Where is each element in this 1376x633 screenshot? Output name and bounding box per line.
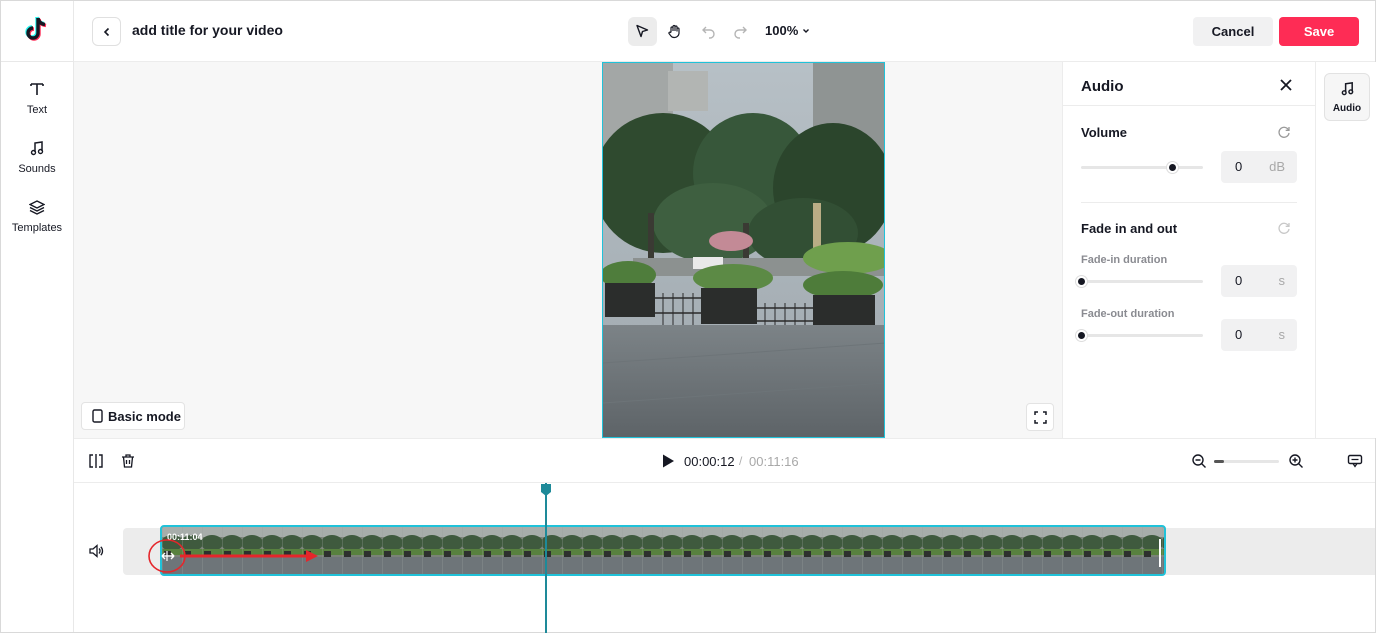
drag-annotation: [148, 539, 318, 573]
fade-in-label: Fade-in duration: [1081, 254, 1168, 266]
cancel-button[interactable]: Cancel: [1193, 17, 1273, 46]
panel-title: Audio: [1081, 78, 1124, 95]
fade-in-slider-handle[interactable]: [1075, 276, 1087, 287]
rail-item-templates[interactable]: Templates: [1, 199, 73, 249]
video-preview[interactable]: [602, 62, 885, 438]
back-button[interactable]: [92, 17, 121, 46]
timeline-toolbar: 00:00:12 / 00:11:16: [74, 438, 1375, 483]
reset-icon[interactable]: [1277, 221, 1291, 235]
hand-tool-button[interactable]: [660, 17, 689, 46]
phone-icon: [92, 409, 103, 423]
volume-value: 0: [1235, 159, 1243, 174]
tab-audio-label: Audio: [1332, 103, 1362, 114]
time-separator: /: [739, 454, 743, 468]
fullscreen-button[interactable]: [1026, 403, 1054, 431]
redo-button[interactable]: [726, 17, 755, 46]
layers-icon: [29, 200, 45, 215]
select-tool-button[interactable]: [628, 17, 657, 46]
fade-label: Fade in and out: [1081, 221, 1178, 236]
reset-icon[interactable]: [1277, 125, 1291, 139]
undo-button[interactable]: [694, 17, 723, 46]
volume-slider-handle[interactable]: [1167, 162, 1178, 173]
project-title[interactable]: add title for your video: [132, 22, 283, 38]
preview-canvas: Basic mode: [74, 62, 1062, 438]
play-icon[interactable]: [660, 453, 676, 469]
current-time: 00:00:12: [684, 454, 735, 469]
volume-unit: dB: [1269, 159, 1285, 174]
rail-divider: [1, 61, 73, 62]
rail-item-label: Sounds: [18, 163, 56, 175]
close-icon[interactable]: [1278, 77, 1294, 93]
basic-mode-button[interactable]: Basic mode: [81, 402, 185, 430]
timeline-zoom-fill: [1214, 460, 1224, 463]
cursor-icon: [636, 24, 649, 38]
volume-slider[interactable]: [1081, 162, 1203, 173]
left-rail: Text Sounds Templates: [1, 1, 74, 632]
speaker-icon[interactable]: [88, 543, 104, 559]
tab-audio[interactable]: Audio: [1324, 73, 1370, 121]
panel-divider: [1081, 202, 1297, 203]
undo-icon: [702, 26, 715, 39]
fade-out-slider-handle[interactable]: [1075, 330, 1087, 341]
video-frame-image: [603, 63, 884, 437]
rail-item-text[interactable]: Text: [1, 81, 73, 131]
hand-icon: [668, 24, 680, 39]
music-note-icon: [1341, 82, 1353, 96]
rail-item-sounds[interactable]: Sounds: [1, 140, 73, 190]
fade-out-unit: s: [1278, 327, 1286, 342]
volume-label: Volume: [1081, 125, 1127, 140]
chevron-down-icon: [803, 28, 810, 33]
top-header: add title for your video 100% Cancel Sav…: [74, 1, 1375, 62]
fade-in-slider[interactable]: [1075, 276, 1203, 287]
zoom-out-icon[interactable]: [1191, 453, 1207, 469]
redo-icon: [734, 26, 747, 39]
tiktok-logo[interactable]: [23, 15, 51, 45]
music-note-icon: [30, 141, 44, 156]
panel-divider: [1063, 105, 1315, 106]
total-time: 00:11:16: [749, 454, 799, 469]
right-rail: Audio: [1315, 62, 1376, 438]
basic-mode-label: Basic mode: [108, 408, 181, 424]
fade-out-label: Fade-out duration: [1081, 308, 1175, 320]
playhead-line: [545, 483, 547, 633]
fade-in-value: 0: [1235, 273, 1243, 288]
rail-item-label: Templates: [11, 222, 63, 234]
playhead-handle[interactable]: [540, 483, 552, 497]
expand-icon: [1033, 410, 1047, 424]
trash-icon[interactable]: [120, 453, 136, 469]
timeline-zoom-slider[interactable]: [1214, 460, 1279, 463]
timeline-tracks: 00:11:04: [74, 483, 1375, 633]
fade-out-slider[interactable]: [1075, 330, 1203, 341]
save-button[interactable]: Save: [1279, 17, 1359, 46]
video-editor: Text Sounds Templates add title for your…: [0, 0, 1376, 633]
text-icon: [30, 83, 44, 95]
zoom-in-icon[interactable]: [1288, 453, 1304, 469]
zoom-dropdown[interactable]: 100%: [765, 23, 810, 38]
rail-item-label: Text: [26, 104, 48, 116]
zoom-value: 100%: [765, 23, 799, 38]
chevron-left-icon: [103, 27, 109, 36]
fade-in-unit: s: [1278, 273, 1286, 288]
fade-in-input[interactable]: 0 s: [1221, 265, 1297, 297]
fade-out-value: 0: [1235, 327, 1243, 342]
fade-out-input[interactable]: 0 s: [1221, 319, 1297, 351]
caption-icon[interactable]: [1347, 453, 1363, 469]
volume-input[interactable]: 0 dB: [1221, 151, 1297, 183]
split-icon[interactable]: [88, 453, 104, 469]
audio-panel: Audio Volume 0 dB Fade in and out Fade-i…: [1062, 62, 1315, 438]
